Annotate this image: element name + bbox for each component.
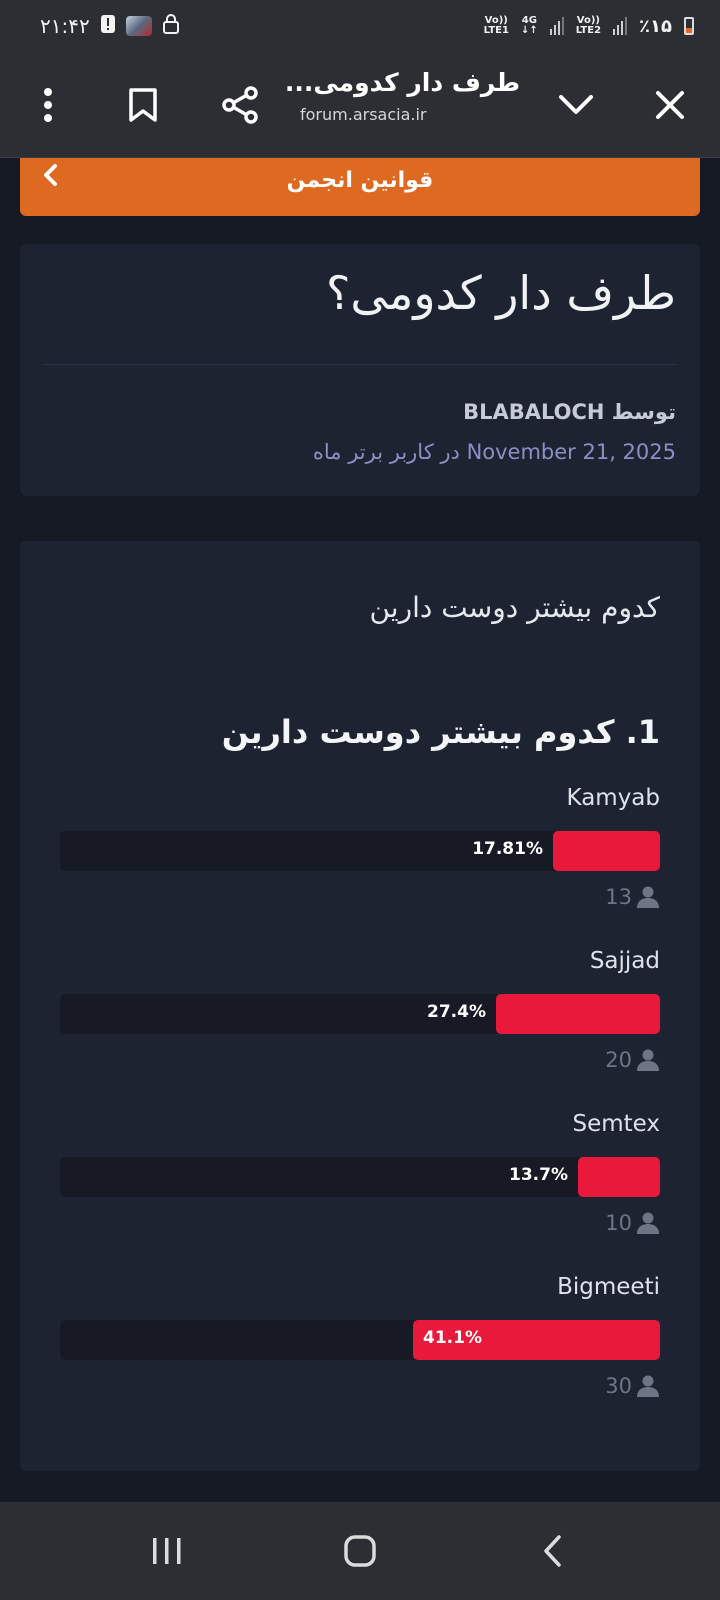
vote-count-value: 20 — [605, 1048, 632, 1072]
vote-count-value: 10 — [605, 1211, 632, 1235]
poll-vote-count[interactable]: 10 — [605, 1211, 660, 1235]
page-content: قوانین انجمن طرف دار کدومی؟ توسط BLABALO… — [0, 158, 720, 1502]
more-vertical-icon — [44, 88, 52, 122]
clock: ۲۱:۴۲ — [40, 14, 90, 38]
signal-icon-2 — [613, 17, 628, 35]
network-label-lte1: Vo)) LTE1 — [483, 15, 509, 36]
poll-result-percent: 27.4% — [427, 1002, 486, 1022]
poll-result-percent: 13.7% — [509, 1165, 568, 1185]
more-options-button[interactable] — [18, 75, 78, 135]
close-icon — [656, 91, 684, 119]
network-label-4g: 4G ↓↑ — [520, 15, 538, 36]
status-left: ۲۱:۴۲ — [40, 13, 180, 39]
status-right: Vo)) LTE1 4G ↓↑ Vo)) LTE2 ٪۱۵ — [484, 16, 694, 37]
poll-result-track: 41.1% — [60, 1320, 660, 1360]
poll-option-label: Sajjad — [589, 948, 660, 974]
poll-vote-count[interactable]: 20 — [605, 1048, 660, 1072]
poll-option-sajjad: Sajjad 27.4% 20 — [60, 948, 660, 1088]
notification-thumbnail-icon — [125, 16, 152, 36]
alert-icon — [100, 14, 116, 39]
back-button[interactable] — [523, 1521, 583, 1581]
network-label-lte2: Vo)) LTE2 — [575, 15, 602, 36]
poll-option-label: Semtex — [572, 1111, 660, 1137]
poll-result-percent: 17.81% — [472, 839, 543, 859]
thread-header-card: طرف دار کدومی؟ توسط BLABALOCH November 2… — [20, 244, 700, 496]
chevron-left-icon — [44, 164, 57, 186]
expand-button[interactable] — [546, 75, 606, 135]
poll-question: کدوم بیشتر دوست دارین — [369, 591, 660, 624]
close-button[interactable] — [640, 75, 700, 135]
poll-result-track: 17.81% — [60, 831, 660, 871]
vote-count-value: 13 — [605, 885, 632, 909]
poll-result-track: 13.7% — [60, 1157, 660, 1197]
bookmark-button[interactable] — [113, 75, 173, 135]
chevron-down-icon — [559, 95, 593, 114]
poll-card: کدوم بیشتر دوست دارین 1. کدوم بیشتر دوست… — [20, 541, 700, 1471]
poll-result-bar — [578, 1157, 660, 1197]
thread-meta[interactable]: November 21, 2025 در کاربر برتر ماه — [313, 440, 676, 464]
browser-toolbar: طرف دار کدومی... forum.arsacia.ir — [0, 52, 720, 158]
battery-icon — [684, 17, 694, 35]
share-icon — [222, 86, 258, 124]
forum-rules-button[interactable]: قوانین انجمن — [20, 158, 700, 216]
poll-option-label: Kamyab — [566, 785, 660, 811]
tab-info[interactable]: طرف دار کدومی... forum.arsacia.ir — [284, 68, 520, 124]
poll-vote-count[interactable]: 13 — [605, 885, 660, 909]
thread-title: طرف دار کدومی؟ — [325, 266, 676, 320]
poll-result-bar — [496, 994, 660, 1034]
user-icon — [637, 1375, 659, 1397]
battery-percent: ٪۱۵ — [639, 15, 672, 37]
share-button[interactable] — [210, 75, 270, 135]
poll-result-track: 27.4% — [60, 994, 660, 1034]
bookmark-icon — [129, 88, 157, 122]
poll-option-semtex: Semtex 13.7% 10 — [60, 1111, 660, 1251]
recent-apps-icon — [152, 1538, 181, 1564]
system-navigation-bar — [0, 1502, 720, 1600]
vote-count-value: 30 — [605, 1374, 632, 1398]
url-text: forum.arsacia.ir — [300, 105, 427, 124]
tab-title: طرف دار کدومی... — [284, 68, 520, 97]
poll-result-percent: 41.1% — [423, 1328, 482, 1348]
divider — [44, 364, 676, 365]
signal-icon — [549, 17, 564, 35]
lock-icon — [162, 13, 180, 39]
status-bar: ۲۱:۴۲ Vo)) LTE1 4G ↓↑ Vo)) LTE2 ٪۱۵ — [0, 0, 720, 52]
home-button[interactable] — [330, 1521, 390, 1581]
home-icon — [344, 1535, 376, 1567]
back-chevron-icon — [544, 1535, 562, 1567]
poll-option-bigmeeti: Bigmeeti 41.1% 30 — [60, 1274, 660, 1414]
poll-option-kamyab: Kamyab 17.81% 13 — [60, 785, 660, 925]
thread-author[interactable]: توسط BLABALOCH — [463, 400, 676, 424]
forum-rules-label: قوانین انجمن — [286, 167, 434, 193]
user-icon — [637, 886, 659, 908]
poll-heading: 1. کدوم بیشتر دوست دارین — [221, 713, 660, 751]
poll-option-label: Bigmeeti — [557, 1274, 660, 1300]
user-icon — [637, 1212, 659, 1234]
recent-apps-button[interactable] — [137, 1521, 197, 1581]
user-icon — [637, 1049, 659, 1071]
poll-vote-count[interactable]: 30 — [605, 1374, 660, 1398]
poll-result-bar — [553, 831, 660, 871]
